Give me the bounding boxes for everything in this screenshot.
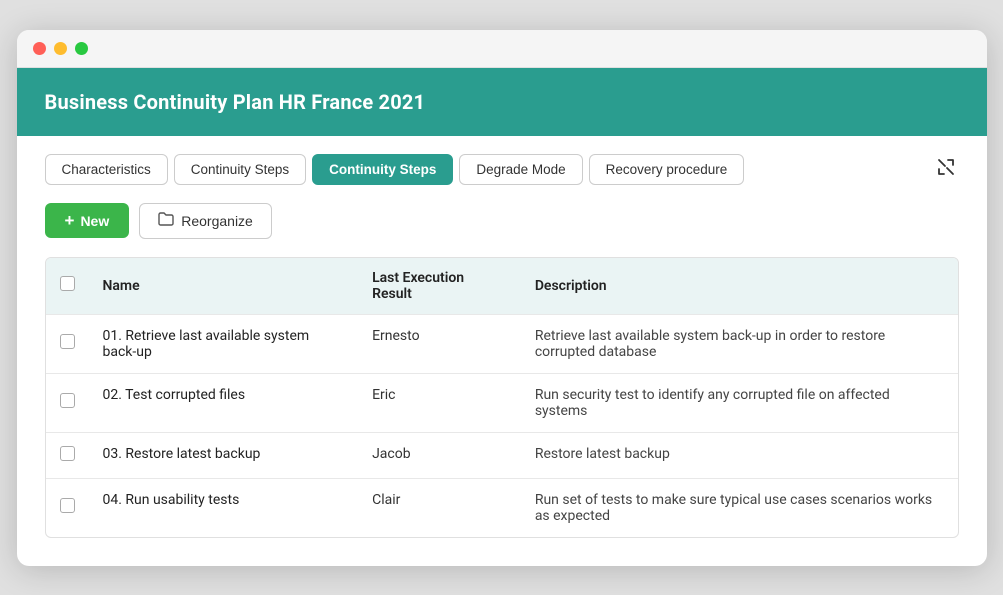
maximize-button[interactable]	[75, 42, 88, 55]
table-header-row: Name Last Execution Result Description	[46, 258, 958, 315]
row-2-check[interactable]	[46, 373, 89, 432]
tab-bar: Characteristics Continuity Steps Continu…	[45, 154, 959, 185]
reorganize-button[interactable]: Reorganize	[139, 203, 272, 239]
new-button[interactable]: + New	[45, 203, 130, 238]
tab-continuity-steps-2[interactable]: Continuity Steps	[312, 154, 453, 185]
folder-icon	[158, 212, 174, 230]
table-row: 04. Run usability tests Clair Run set of…	[46, 478, 958, 537]
row-4-description: Run set of tests to make sure typical us…	[521, 478, 958, 537]
row-1-description: Retrieve last available system back-up i…	[521, 314, 958, 373]
table-row: 03. Restore latest backup Jacob Restore …	[46, 432, 958, 478]
tab-recovery-procedure[interactable]: Recovery procedure	[589, 154, 745, 185]
row-2-name: 02. Test corrupted files	[89, 373, 359, 432]
col-execution: Last Execution Result	[358, 258, 521, 315]
reorganize-label: Reorganize	[181, 213, 253, 229]
table-row: 02. Test corrupted files Eric Run securi…	[46, 373, 958, 432]
page-title: Business Continuity Plan HR France 2021	[45, 90, 959, 114]
row-4-name: 04. Run usability tests	[89, 478, 359, 537]
main-window: Business Continuity Plan HR France 2021 …	[17, 30, 987, 566]
expand-button[interactable]	[933, 154, 959, 185]
tab-degrade-mode[interactable]: Degrade Mode	[459, 154, 582, 185]
row-3-name: 03. Restore latest backup	[89, 432, 359, 478]
tab-continuity-steps-1[interactable]: Continuity Steps	[174, 154, 306, 185]
row-2-execution: Eric	[358, 373, 521, 432]
row-1-execution: Ernesto	[358, 314, 521, 373]
row-4-check[interactable]	[46, 478, 89, 537]
row-1-check[interactable]	[46, 314, 89, 373]
tab-characteristics[interactable]: Characteristics	[45, 154, 168, 185]
header-checkbox[interactable]	[60, 276, 75, 291]
row-2-description: Run security test to identify any corrup…	[521, 373, 958, 432]
col-check	[46, 258, 89, 315]
toolbar: + New Reorganize	[45, 203, 959, 239]
minimize-button[interactable]	[54, 42, 67, 55]
col-description: Description	[521, 258, 958, 315]
table-row: 01. Retrieve last available system back-…	[46, 314, 958, 373]
data-table: Name Last Execution Result Description 0…	[45, 257, 959, 538]
row-4-execution: Clair	[358, 478, 521, 537]
plus-icon: +	[65, 212, 75, 229]
row-3-check[interactable]	[46, 432, 89, 478]
content-area: Characteristics Continuity Steps Continu…	[17, 136, 987, 566]
row-3-execution: Jacob	[358, 432, 521, 478]
col-name: Name	[89, 258, 359, 315]
close-button[interactable]	[33, 42, 46, 55]
row-3-description: Restore latest backup	[521, 432, 958, 478]
titlebar	[17, 30, 987, 68]
header-bar: Business Continuity Plan HR France 2021	[17, 68, 987, 136]
new-button-label: New	[80, 213, 109, 229]
row-1-name: 01. Retrieve last available system back-…	[89, 314, 359, 373]
